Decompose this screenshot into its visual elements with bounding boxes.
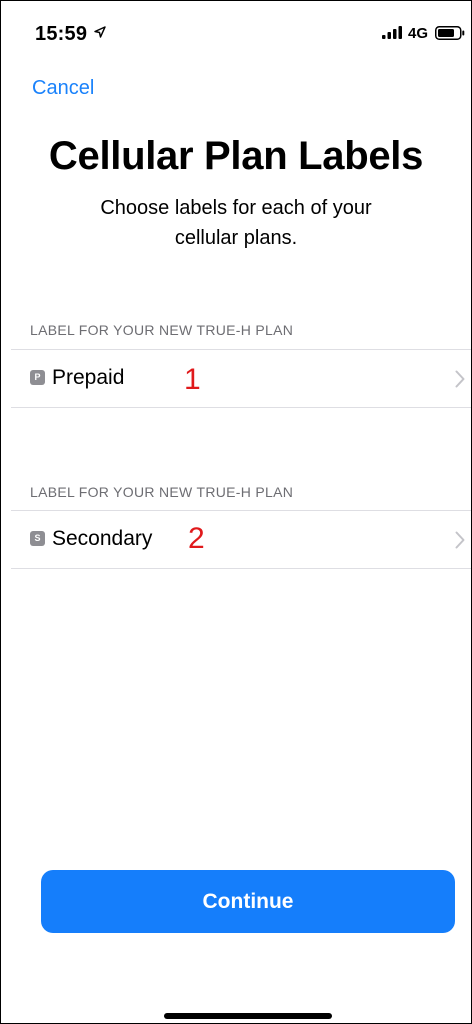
plan-label-row-prepaid[interactable]: P Prepaid: [11, 349, 471, 408]
annotation-number: 2: [188, 522, 205, 555]
continue-button[interactable]: Continue: [41, 870, 455, 933]
plan-label: Prepaid: [52, 366, 125, 389]
annotation-number: 1: [184, 363, 201, 396]
phone-screen: 15:59 4G Cancel Cellular Plan Labels Cho…: [0, 0, 472, 1024]
page-subtitle: Choose labels for each of your cellular …: [100, 197, 372, 249]
home-indicator[interactable]: [164, 1013, 332, 1019]
page-title: Cellular Plan Labels: [48, 134, 424, 178]
location-arrow-icon: [94, 26, 106, 38]
plan-label: Secondary: [52, 527, 153, 550]
plan-section-header: LABEL FOR YOUR NEW TRUE-H PLAN: [30, 322, 294, 338]
plan-label-row-secondary[interactable]: S Secondary: [11, 510, 471, 569]
plan-badge-icon: P: [30, 370, 45, 385]
status-bar: 15:59 4G: [1, 1, 471, 61]
cellular-signal-icon: [382, 26, 402, 39]
chevron-right-icon: [455, 370, 465, 388]
network-type: 4G: [408, 25, 429, 42]
plan-badge-icon: S: [30, 531, 45, 546]
chevron-right-icon: [455, 531, 465, 549]
battery-icon: [435, 26, 465, 40]
plan-section-header: LABEL FOR YOUR NEW TRUE-H PLAN: [30, 484, 294, 500]
status-time: 15:59: [35, 23, 88, 45]
cancel-button[interactable]: Cancel: [32, 77, 94, 100]
